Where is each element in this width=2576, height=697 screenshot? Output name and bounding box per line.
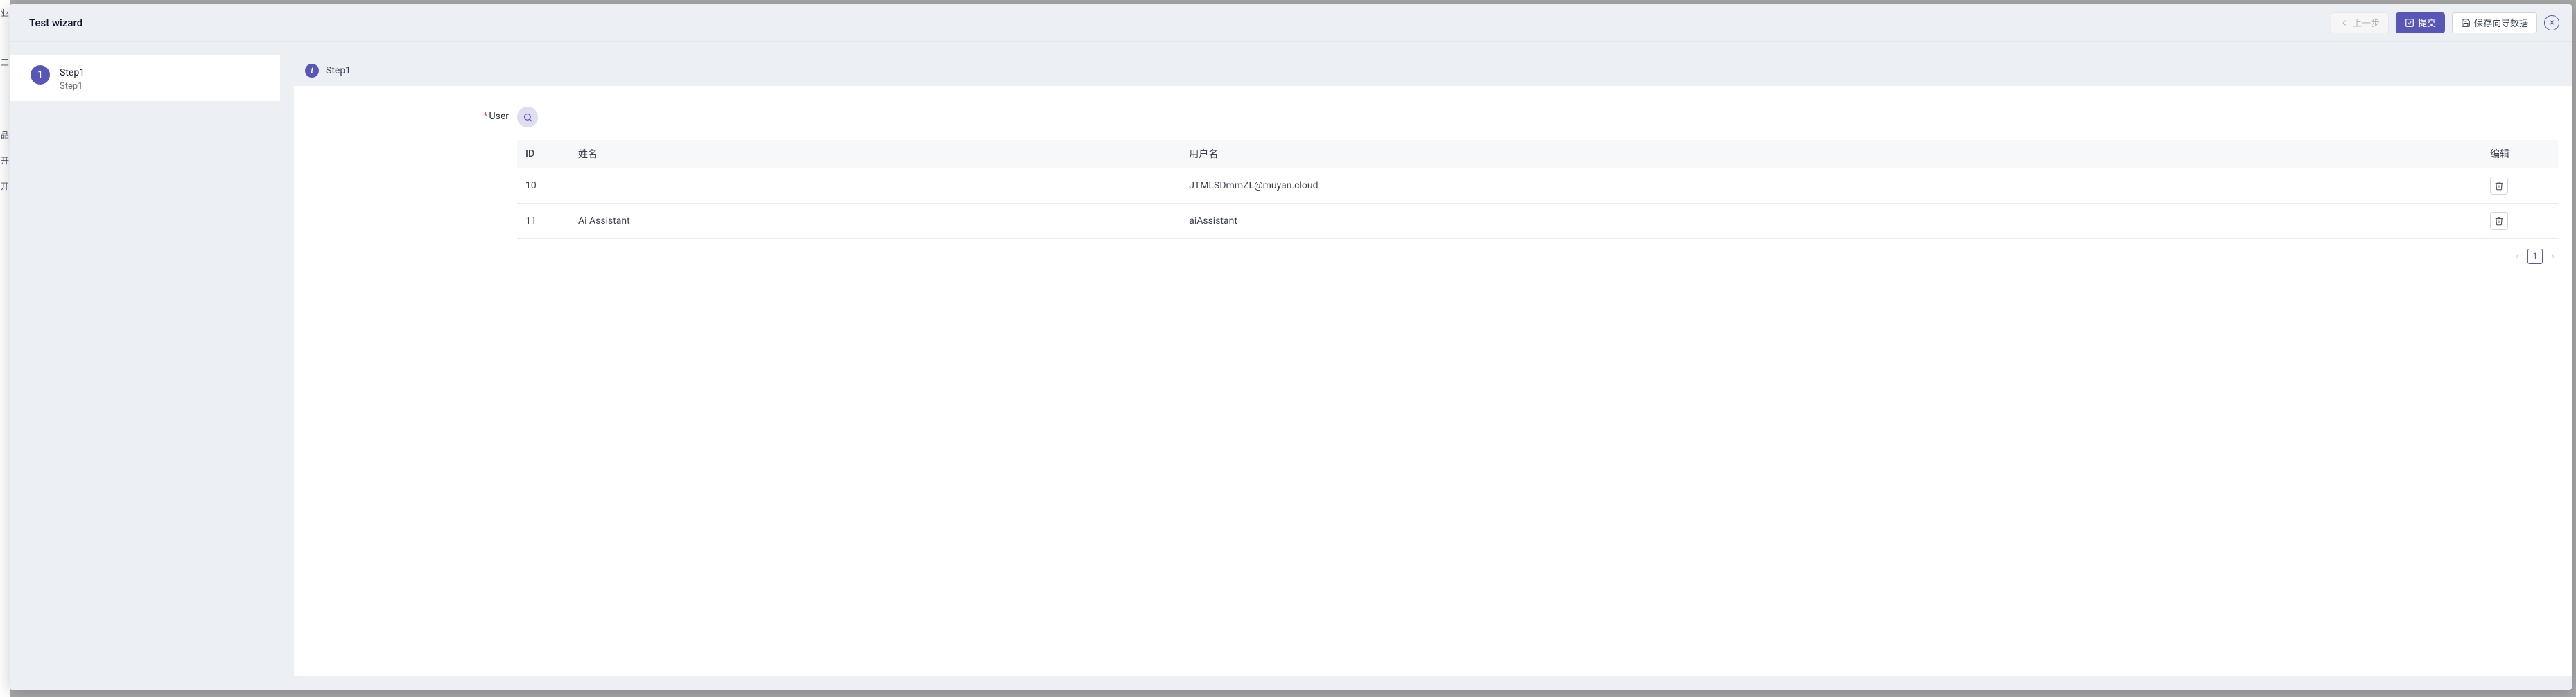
cell-name — [570, 168, 1181, 204]
pagination: 1 — [517, 249, 2558, 264]
modal-body: 1 Step1 Step1 i Step1 *User — [10, 42, 2572, 690]
trash-icon — [2494, 216, 2504, 226]
table-row: 11 Ai Assistant aiAssistant — [517, 204, 2558, 239]
step-number-badge: 1 — [31, 65, 50, 85]
caret-left-icon — [2340, 18, 2349, 28]
cell-username: aiAssistant — [1181, 204, 2482, 239]
cell-id: 10 — [517, 168, 570, 204]
content-inner: *User ID 姓名 用户名 — [294, 86, 2572, 676]
info-banner: i Step1 — [294, 55, 2558, 86]
check-square-icon — [2405, 18, 2414, 28]
page-next-button — [2548, 252, 2558, 261]
cell-name: Ai Assistant — [570, 204, 1181, 239]
close-icon — [2548, 19, 2556, 26]
delete-row-button[interactable] — [2490, 177, 2508, 195]
cell-username: JTMLSDmmZL@muyan.cloud — [1181, 168, 2482, 204]
steps-sidebar: 1 Step1 Step1 — [10, 42, 280, 690]
search-icon — [523, 112, 533, 123]
save-wizard-data-button[interactable]: 保存向导数据 — [2452, 12, 2537, 33]
step-description: Step1 — [60, 81, 85, 91]
prev-step-button: 上一步 — [2331, 12, 2389, 33]
submit-button[interactable]: 提交 — [2396, 12, 2445, 33]
user-search-button[interactable] — [517, 107, 538, 127]
info-icon: i — [305, 64, 319, 78]
submit-label: 提交 — [2418, 16, 2436, 29]
required-asterisk: * — [483, 111, 487, 122]
col-header-id: ID — [517, 140, 570, 168]
close-button[interactable] — [2544, 15, 2559, 30]
cell-id: 11 — [517, 204, 570, 239]
delete-row-button[interactable] — [2490, 212, 2508, 230]
modal-title: Test wizard — [29, 17, 82, 29]
user-field-label: *User — [294, 107, 509, 122]
modal-header: Test wizard 上一步 提交 保存向导数据 — [10, 4, 2572, 42]
cell-edit — [2482, 204, 2558, 239]
step-item-1[interactable]: 1 Step1 Step1 — [10, 55, 280, 101]
page-number-1[interactable]: 1 — [2527, 249, 2543, 264]
col-header-edit: 编辑 — [2482, 140, 2558, 168]
table-header-row: ID 姓名 用户名 编辑 — [517, 140, 2558, 168]
page-prev-button — [2512, 252, 2522, 261]
trash-icon — [2494, 181, 2504, 191]
step-title: Step1 — [60, 67, 85, 78]
table-row: 10 JTMLSDmmZL@muyan.cloud — [517, 168, 2558, 204]
save-icon — [2461, 18, 2471, 28]
background-app-sidebar: 业 三 品开开 — [0, 0, 10, 697]
chevron-right-icon — [2550, 253, 2557, 260]
user-form-row: *User ID 姓名 用户名 — [294, 107, 2558, 264]
info-banner-text: Step1 — [326, 65, 351, 76]
col-header-name: 姓名 — [570, 140, 1181, 168]
col-header-username: 用户名 — [1181, 140, 2482, 168]
header-actions: 上一步 提交 保存向导数据 — [2331, 12, 2559, 33]
wizard-modal: Test wizard 上一步 提交 保存向导数据 — [10, 4, 2572, 690]
save-wizard-label: 保存向导数据 — [2474, 16, 2528, 29]
chevron-left-icon — [2514, 253, 2521, 260]
prev-step-label: 上一步 — [2353, 16, 2380, 29]
user-table: ID 姓名 用户名 编辑 10 — [517, 140, 2558, 239]
content-area: i Step1 *User — [280, 42, 2572, 690]
cell-edit — [2482, 168, 2558, 204]
